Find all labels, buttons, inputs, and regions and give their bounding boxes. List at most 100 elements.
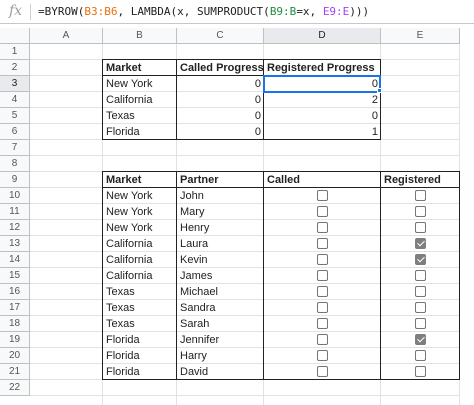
row-header-14[interactable]: 14 xyxy=(0,252,30,268)
registered-checkbox[interactable] xyxy=(415,302,426,313)
row-header-7[interactable]: 7 xyxy=(0,140,30,156)
summary-registered-cell[interactable]: 1 xyxy=(264,124,381,140)
called-checkbox[interactable] xyxy=(317,366,328,377)
registered-checkbox[interactable] xyxy=(415,286,426,297)
detail-market-cell[interactable]: California xyxy=(103,252,177,268)
row-header-2[interactable]: 2 xyxy=(0,60,30,76)
detail-market-cell[interactable]: Texas xyxy=(103,284,177,300)
detail-market-cell[interactable]: Florida xyxy=(103,332,177,348)
called-checkbox[interactable] xyxy=(317,238,328,249)
row-header-8[interactable]: 8 xyxy=(0,156,30,172)
row-header-13[interactable]: 13 xyxy=(0,236,30,252)
row-header-12[interactable]: 12 xyxy=(0,220,30,236)
row-header-4[interactable]: 4 xyxy=(0,92,30,108)
column-header-a[interactable]: A xyxy=(30,28,103,44)
summary-header-cell[interactable]: Called Progress xyxy=(177,60,264,76)
detail-partner-cell[interactable]: Mary xyxy=(177,204,264,220)
registered-checkbox[interactable] xyxy=(415,238,426,249)
row-header-21[interactable]: 21 xyxy=(0,364,30,380)
table-column-divider xyxy=(263,171,264,380)
column-header-b[interactable]: B xyxy=(103,28,177,44)
detail-partner-cell[interactable]: Harry xyxy=(177,348,264,364)
row-header-9[interactable]: 9 xyxy=(0,172,30,188)
select-all-corner[interactable] xyxy=(0,28,30,44)
row-header-5[interactable]: 5 xyxy=(0,108,30,124)
detail-partner-cell[interactable]: Kevin xyxy=(177,252,264,268)
registered-checkbox[interactable] xyxy=(415,270,426,281)
summary-market-cell[interactable]: Texas xyxy=(103,108,177,124)
called-checkbox[interactable] xyxy=(317,350,328,361)
registered-checkbox[interactable] xyxy=(415,366,426,377)
detail-market-cell[interactable]: Florida xyxy=(103,348,177,364)
registered-checkbox[interactable] xyxy=(415,254,426,265)
row-header-6[interactable]: 6 xyxy=(0,124,30,140)
detail-header-cell[interactable]: Registered xyxy=(381,172,460,188)
row-header-18[interactable]: 18 xyxy=(0,316,30,332)
detail-partner-cell[interactable]: John xyxy=(177,188,264,204)
summary-market-cell[interactable]: New York xyxy=(103,76,177,92)
summary-header-cell[interactable]: Market xyxy=(103,60,177,76)
detail-partner-cell[interactable]: Sarah xyxy=(177,316,264,332)
detail-partner-cell[interactable]: Henry xyxy=(177,220,264,236)
registered-checkbox[interactable] xyxy=(415,334,426,345)
detail-partner-cell[interactable]: Laura xyxy=(177,236,264,252)
called-checkbox[interactable] xyxy=(317,206,328,217)
row-header-16[interactable]: 16 xyxy=(0,284,30,300)
registered-checkbox[interactable] xyxy=(415,350,426,361)
detail-market-cell[interactable]: Texas xyxy=(103,300,177,316)
detail-partner-cell[interactable]: Jennifer xyxy=(177,332,264,348)
registered-checkbox[interactable] xyxy=(415,318,426,329)
called-checkbox[interactable] xyxy=(317,190,328,201)
detail-partner-cell[interactable]: David xyxy=(177,364,264,380)
row-header-19[interactable]: 19 xyxy=(0,332,30,348)
called-checkbox[interactable] xyxy=(317,318,328,329)
row-header-22[interactable]: 22 xyxy=(0,380,30,396)
detail-header-cell[interactable]: Called xyxy=(264,172,381,188)
summary-market-cell[interactable]: Florida xyxy=(103,124,177,140)
summary-registered-cell[interactable]: 2 xyxy=(264,92,381,108)
row-header-20[interactable]: 20 xyxy=(0,348,30,364)
summary-called-cell[interactable]: 0 xyxy=(177,76,264,92)
row-header-3[interactable]: 3 xyxy=(0,76,30,92)
row-header-11[interactable]: 11 xyxy=(0,204,30,220)
detail-header-cell[interactable]: Market xyxy=(103,172,177,188)
called-checkbox[interactable] xyxy=(317,286,328,297)
detail-partner-cell[interactable]: James xyxy=(177,268,264,284)
registered-checkbox[interactable] xyxy=(415,190,426,201)
called-checkbox[interactable] xyxy=(317,334,328,345)
detail-market-cell[interactable]: California xyxy=(103,268,177,284)
summary-market-cell[interactable]: California xyxy=(103,92,177,108)
called-checkbox[interactable] xyxy=(317,270,328,281)
summary-header-cell[interactable]: Registered Progress xyxy=(264,60,381,76)
fill-handle[interactable] xyxy=(377,88,382,93)
row-header-1[interactable]: 1 xyxy=(0,44,30,60)
formula-range-ref: B9:B xyxy=(269,5,297,18)
summary-registered-cell[interactable]: 0 xyxy=(264,108,381,124)
detail-partner-cell[interactable]: Michael xyxy=(177,284,264,300)
detail-market-cell[interactable]: New York xyxy=(103,188,177,204)
detail-partner-cell[interactable]: Sandra xyxy=(177,300,264,316)
summary-registered-cell[interactable]: 0 xyxy=(264,76,381,92)
called-checkbox[interactable] xyxy=(317,222,328,233)
column-header-e[interactable]: E xyxy=(381,28,460,44)
column-header-c[interactable]: C xyxy=(177,28,264,44)
called-checkbox[interactable] xyxy=(317,302,328,313)
row-header-15[interactable]: 15 xyxy=(0,268,30,284)
row-header-10[interactable]: 10 xyxy=(0,188,30,204)
summary-called-cell[interactable]: 0 xyxy=(177,92,264,108)
column-header-d[interactable]: D xyxy=(264,28,381,44)
detail-market-cell[interactable]: California xyxy=(103,236,177,252)
summary-called-cell[interactable]: 0 xyxy=(177,124,264,140)
summary-called-cell[interactable]: 0 xyxy=(177,108,264,124)
called-checkbox[interactable] xyxy=(317,254,328,265)
detail-market-cell[interactable]: New York xyxy=(103,204,177,220)
row-header-17[interactable]: 17 xyxy=(0,300,30,316)
formula-input[interactable]: =BYROW(B3:B6, LAMBDA(x, SUMPRODUCT(B9:B=… xyxy=(38,5,369,18)
detail-market-cell[interactable]: Texas xyxy=(103,316,177,332)
detail-market-cell[interactable]: Florida xyxy=(103,364,177,380)
detail-market-cell[interactable]: New York xyxy=(103,220,177,236)
detail-header-cell[interactable]: Partner xyxy=(177,172,264,188)
registered-checkbox[interactable] xyxy=(415,222,426,233)
registered-checkbox[interactable] xyxy=(415,206,426,217)
table-row-divider xyxy=(102,75,381,76)
